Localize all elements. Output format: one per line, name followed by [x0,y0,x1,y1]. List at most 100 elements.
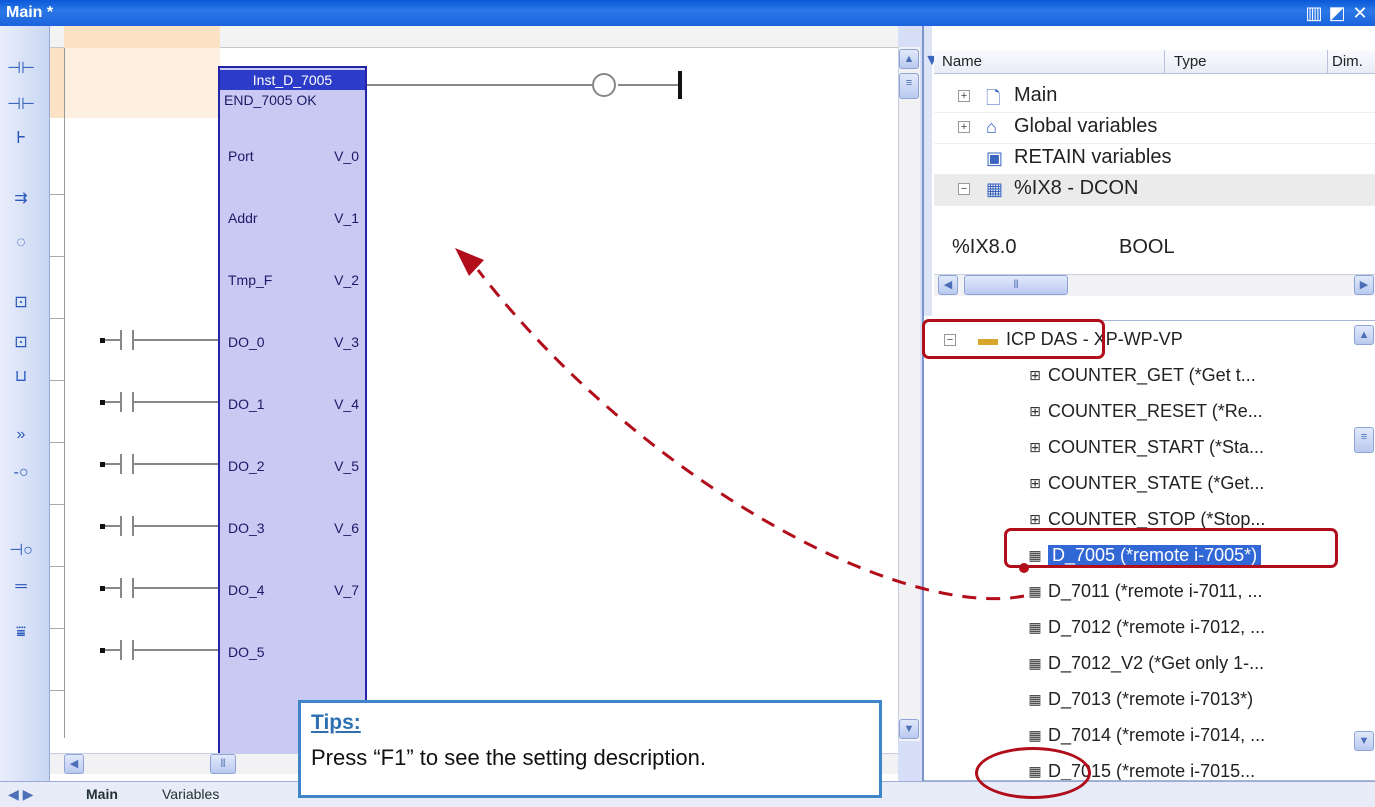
block-output-pin[interactable]: V_2 [334,272,359,288]
block-parallel-icon[interactable]: ⊡ [6,328,36,358]
branch-icon[interactable]: Ꮀ [6,124,36,154]
restore-icon[interactable]: ◩ [1327,3,1347,23]
block-icon[interactable]: ⊡ [6,288,36,318]
col-name[interactable]: Name [942,53,982,70]
block-list-item[interactable]: ⊞ COUNTER_RESET (*Re... [934,397,1354,427]
variable-group-row[interactable]: + ⌂ Global variables [934,113,1375,144]
jump-icon[interactable]: » [6,420,36,450]
block-list-item[interactable]: ▦ D_7014 (*remote i-7014, ... [934,721,1354,751]
block-input-pin[interactable]: DO_5 [228,644,265,660]
contact-wire [134,339,218,341]
block-output-pin[interactable]: V_7 [334,582,359,598]
coil-wire [618,84,678,86]
block-list-item[interactable]: ⊞ COUNTER_START (*Sta... [934,433,1354,463]
contact-wire [134,525,218,527]
horizontal-line-icon[interactable]: ═ [6,572,36,602]
block-output-pin[interactable]: V_1 [334,210,359,226]
scroll-down-icon[interactable]: ▼ [1354,731,1374,751]
rung-tick [50,504,64,505]
scroll-up-icon[interactable]: ▲ [1354,325,1374,345]
contact-symbol[interactable] [120,454,134,474]
block-input-pin[interactable]: Addr [228,210,258,226]
block-list-item[interactable]: ⊞ COUNTER_STATE (*Get... [934,469,1354,499]
rung-tick [50,256,64,257]
block-output-pin[interactable]: V_6 [334,520,359,536]
block-input-pin[interactable]: DO_2 [228,458,265,474]
block-list-item[interactable]: ▦ D_7011 (*remote i-7011, ... [934,577,1354,607]
block-list-item[interactable]: ▦ D_7012 (*remote i-7012, ... [934,613,1354,643]
block-input-pin[interactable]: Tmp_F [228,272,272,288]
block-branch-icon[interactable]: ⊔ [6,362,36,392]
scroll-up-icon[interactable]: ▲ [899,49,919,69]
function-icon: ⊞ [1029,511,1041,527]
expand-icon[interactable]: + [958,90,970,102]
ladder-editor-window: Main * ▥ ◩ ✕ ⊣⊢ ⊣⊢ Ꮀ ⇉ ◌ ⊡ ⊡ ⊔ » -○ ⊣○ ═ ⩸ Inst_D_70… [0,0,1375,807]
scroll-thumb[interactable]: ≡ [899,73,919,99]
rung-highlight [64,48,220,118]
scroll-left-icon[interactable]: ◀ [938,275,958,295]
coil-icon[interactable]: -○ [6,458,36,488]
scroll-left-icon[interactable]: ◀ [64,754,84,774]
function-block-icon: ▦ [1028,583,1042,599]
tab-variables[interactable]: Variables [152,785,229,805]
output-coil[interactable] [592,73,616,97]
coil-right-icon[interactable]: ⇉ [6,184,36,214]
contact-symbol[interactable] [120,516,134,536]
document-icon: 🗋 [986,88,1001,108]
window-title: Main * [6,4,54,21]
group-highlight [922,319,1105,359]
col-dim[interactable]: Dim. [1332,53,1363,70]
variable-group-row[interactable]: + 🗋 Main [934,82,1375,113]
output-wire [367,84,592,86]
block-item-label: COUNTER_STOP (*Stop... [1048,509,1266,529]
contact-symbol[interactable] [120,640,134,660]
ladder-vertical-scrollbar[interactable]: ▲ ≡ ▼ [898,47,920,741]
col-type[interactable]: Type [1174,53,1207,70]
variable-group-label: RETAIN variables [1014,146,1172,168]
expand-icon[interactable]: + [958,121,970,133]
tile-icon[interactable]: ▥ [1304,3,1324,23]
board-icon: ▦ [986,179,1004,199]
scroll-right-icon[interactable]: ▶ [1354,275,1374,295]
block-input-pin[interactable]: DO_3 [228,520,265,536]
scroll-thumb[interactable]: ≡ [1354,427,1374,453]
block-output-pin[interactable]: V_5 [334,458,359,474]
tab-scroll-icon[interactable]: ◀ ▶ [8,786,33,803]
connection-dot [100,400,105,405]
loop-icon[interactable]: ◌ [6,228,36,258]
block-input-pin[interactable]: DO_1 [228,396,265,412]
rung-tick [50,194,64,195]
tips-body: Press “F1” to see the setting descriptio… [311,745,706,770]
block-list-item[interactable]: ▦ D_7013 (*remote i-7013*) [934,685,1354,715]
ladder-diagram[interactable]: Inst_D_7005 END_7005 OK Port Addr Tmp_F DO_… [50,26,898,781]
contact-symbol[interactable] [120,392,134,412]
comment-icon[interactable]: ⩸ [6,618,36,648]
block-list-item[interactable]: ⊞ COUNTER_GET (*Get t... [934,361,1354,391]
block-output-pin[interactable]: V_3 [334,334,359,350]
function-block-d7005[interactable]: Inst_D_7005 END_7005 OK Port Addr Tmp_F DO_… [218,66,367,756]
contact-icon[interactable]: ⊣⊢ [6,54,36,84]
contact-symbol[interactable] [120,578,134,598]
variable-group-row[interactable]: ▣ RETAIN variables [934,144,1375,175]
rung-contact-icon[interactable]: ⊣○ [6,536,36,566]
block-input-pin[interactable]: DO_4 [228,582,265,598]
parallel-contact-icon[interactable]: ⊣⊢ [6,90,36,120]
hscroll-thumb[interactable]: ⦀ [210,754,236,774]
variable-group-row[interactable]: − ▦ %IX8 - DCON [934,175,1375,206]
block-input-pin[interactable]: Port [228,148,254,164]
block-output-pin[interactable]: V_4 [334,396,359,412]
variables-hscrollbar[interactable]: ◀ ⦀ ▶ [934,274,1375,296]
block-output-pin[interactable]: V_0 [334,148,359,164]
block-instance-name[interactable]: Inst_D_7005 [220,70,365,90]
variables-header: Name Type Dim. [934,50,1375,74]
hscroll-thumb[interactable]: ⦀ [964,275,1068,295]
io-variable-row[interactable]: %IX8.0 BOOL [934,230,1375,266]
tab-main[interactable]: Main [76,785,128,805]
block-item-label: D_7014 (*remote i-7014, ... [1048,725,1266,745]
scroll-down-icon[interactable]: ▼ [899,719,919,739]
block-list-item[interactable]: ▦ D_7012_V2 (*Get only 1-... [934,649,1354,679]
collapse-icon[interactable]: − [958,183,970,195]
block-input-pin[interactable]: DO_0 [228,334,265,350]
close-icon[interactable]: ✕ [1350,3,1370,23]
contact-symbol[interactable] [120,330,134,350]
